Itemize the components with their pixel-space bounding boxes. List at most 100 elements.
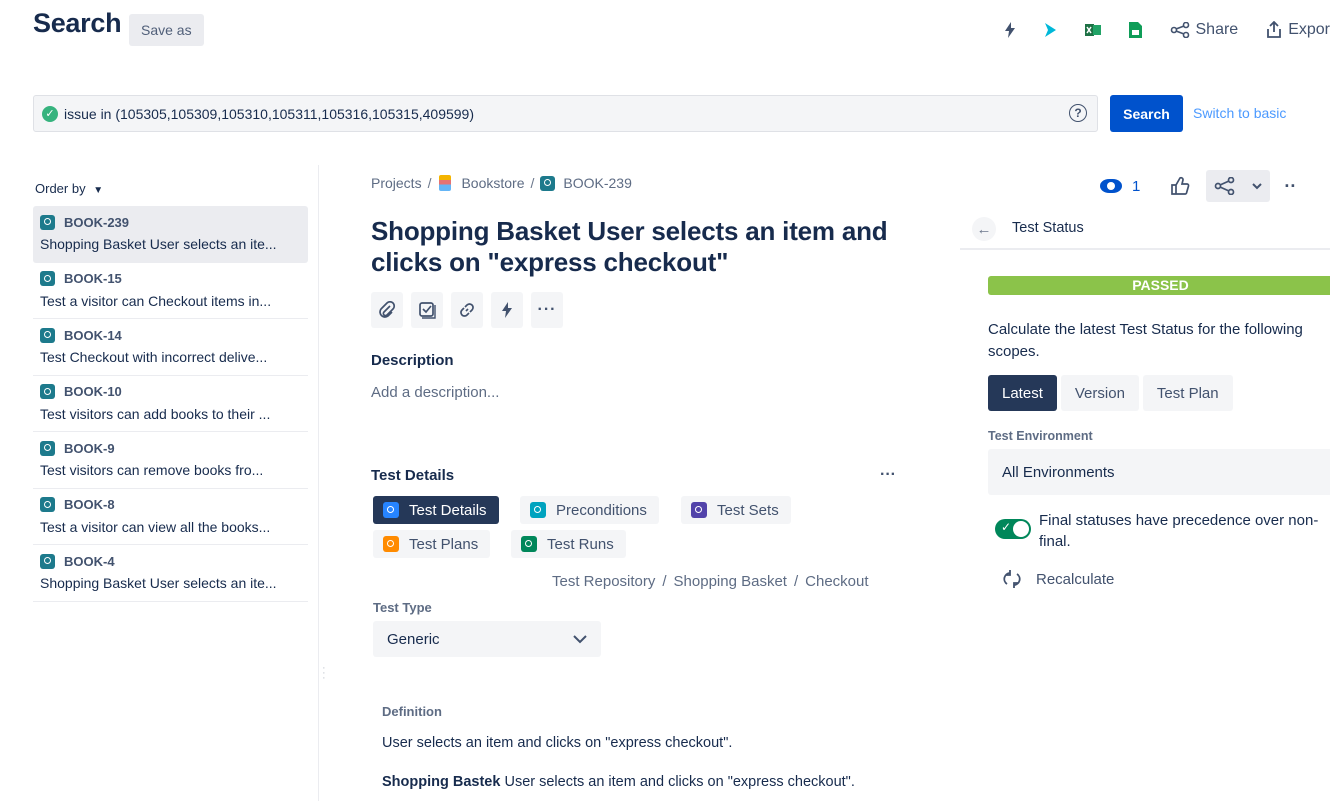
- description-field[interactable]: Add a description...: [371, 384, 499, 401]
- search-button[interactable]: Search: [1110, 95, 1183, 132]
- eye-icon: [1100, 179, 1122, 193]
- panel-divider: [318, 165, 319, 801]
- order-by-button[interactable]: Order by ▼: [35, 181, 103, 196]
- scope-test-plan[interactable]: Test Plan: [1142, 375, 1233, 411]
- share-button[interactable]: Share: [1156, 12, 1253, 48]
- breadcrumb-separator: /: [427, 175, 432, 191]
- switch-to-basic-link[interactable]: Switch to basic: [1193, 105, 1286, 121]
- repo-path-item[interactable]: Shopping Basket: [674, 573, 787, 590]
- status-badge: PASSED: [988, 276, 1330, 295]
- excel-icon: [1084, 24, 1101, 36]
- issue-summary: Test a visitor can view all the books...: [40, 518, 271, 535]
- tab-test-plans[interactable]: Test Plans: [373, 530, 491, 558]
- bookstore-project-icon: [439, 175, 452, 191]
- issue-key: BOOK-10: [64, 384, 122, 399]
- lightning-icon: [502, 302, 512, 318]
- refresh-icon: [1003, 570, 1021, 588]
- jql-search-input[interactable]: ✓ issue in (105305,105309,105310,105311,…: [33, 95, 1098, 132]
- calc-line-2: scopes.: [988, 343, 1040, 360]
- excel-export-button[interactable]: [1071, 12, 1115, 48]
- chevron-down-icon: [1252, 182, 1263, 189]
- more-actions-button[interactable]: ···: [531, 292, 563, 328]
- issue-key: BOOK-14: [64, 327, 122, 343]
- share-issue-button[interactable]: [1206, 170, 1244, 202]
- tab-test-sets[interactable]: Test Sets: [681, 496, 791, 524]
- share-icon: [1170, 22, 1189, 38]
- share-icon: [1214, 177, 1235, 195]
- calc-line-1: Calculate the latest Test Status for the…: [988, 321, 1303, 338]
- issue-list-item[interactable]: BOOK-8 Test a visitor can view all the b…: [33, 489, 308, 545]
- issue-list-item[interactable]: BOOK-4 Shopping Basket User selects an i…: [33, 545, 308, 602]
- issue-list-item[interactable]: BOOK-14 Test Checkout with incorrect del…: [33, 319, 308, 376]
- checklist-icon: [419, 302, 436, 319]
- automation-action-button[interactable]: [491, 292, 523, 328]
- definition-text[interactable]: User selects an item and clicks on "expr…: [382, 735, 732, 751]
- scope-latest[interactable]: Latest: [988, 375, 1057, 411]
- repo-path-separator: /: [662, 573, 667, 590]
- breadcrumb-separator: /: [530, 175, 535, 191]
- issue-top-actions: 1 ··: [1100, 170, 1304, 202]
- toggle-line-1: Final statuses have precedence over non-: [1039, 512, 1319, 529]
- back-arrow-icon[interactable]: ←: [972, 217, 996, 241]
- issue-key: BOOK-239: [64, 214, 130, 230]
- tab-test-details[interactable]: Test Details: [373, 496, 499, 524]
- issue-key: BOOK-15: [64, 271, 122, 286]
- tab-test-runs[interactable]: Test Runs: [511, 530, 626, 558]
- share-group: [1206, 170, 1271, 202]
- page-title: Search: [33, 8, 122, 38]
- breadcrumb-issue-key[interactable]: BOOK-239: [563, 175, 631, 191]
- order-by-label: Order by: [35, 181, 86, 196]
- scope-tabs: Latest Version Test Plan: [988, 375, 1233, 411]
- issue-list-item[interactable]: BOOK-9 Test visitors can remove books fr…: [33, 432, 308, 489]
- share-dropdown-button[interactable]: [1244, 170, 1270, 202]
- test-details-icon: [383, 502, 399, 518]
- resize-handle[interactable]: · · ·: [322, 663, 326, 684]
- definition-text-2[interactable]: Shopping Bastek User selects an item and…: [382, 774, 855, 790]
- breadcrumb-project[interactable]: Bookstore: [461, 175, 524, 191]
- help-icon[interactable]: ?: [1069, 104, 1087, 122]
- breadcrumb-projects[interactable]: Projects: [371, 175, 422, 191]
- test-issue-icon: [40, 327, 55, 343]
- issue-key: BOOK-9: [64, 440, 115, 456]
- sheets-icon: [1128, 22, 1142, 38]
- sheets-export-button[interactable]: [1115, 12, 1156, 48]
- issue-more-button[interactable]: ··: [1276, 170, 1304, 202]
- save-as-button[interactable]: Save as: [129, 14, 204, 46]
- lightning-icon: [1004, 22, 1015, 38]
- issue-summary: Test a visitor can Checkout items in...: [40, 292, 272, 309]
- final-precedence-label: Final statuses have precedence over non-…: [1039, 510, 1330, 552]
- issue-list-item[interactable]: BOOK-239 Shopping Basket User selects an…: [33, 206, 308, 263]
- scope-version[interactable]: Version: [1060, 375, 1139, 411]
- issue-list-item[interactable]: BOOK-15 Test a visitor can Checkout item…: [33, 263, 308, 319]
- tab-preconditions[interactable]: Preconditions: [520, 496, 659, 524]
- issue-key: BOOK-8: [64, 497, 115, 512]
- tab-label: Test Details: [409, 501, 487, 519]
- xray-button[interactable]: [1029, 12, 1071, 48]
- description-label: Description: [371, 352, 454, 369]
- link-issue-button[interactable]: [451, 292, 483, 328]
- issue-title[interactable]: Shopping Basket User selects an item and…: [371, 216, 911, 278]
- test-type-select[interactable]: Generic: [373, 621, 601, 657]
- repo-path-item[interactable]: Test Repository: [552, 573, 655, 590]
- paperclip-icon: [379, 301, 396, 318]
- test-environment-select[interactable]: All Environments: [988, 449, 1330, 495]
- repo-path-item[interactable]: Checkout: [805, 573, 868, 590]
- recalculate-button[interactable]: Recalculate: [1002, 570, 1114, 588]
- thumbs-up-icon: [1171, 176, 1190, 195]
- attach-button[interactable]: [371, 292, 403, 328]
- test-details-label: Test Details: [371, 467, 455, 484]
- test-runs-icon: [521, 536, 537, 552]
- final-precedence-toggle[interactable]: ✓: [995, 519, 1031, 539]
- preconditions-icon: [530, 502, 546, 518]
- tab-label: Test Runs: [547, 535, 614, 553]
- test-details-more-button[interactable]: ···: [880, 466, 896, 484]
- issue-summary: Test Checkout with incorrect delive...: [40, 349, 268, 365]
- automation-button[interactable]: [991, 12, 1029, 48]
- export-button[interactable]: Expor: [1252, 12, 1330, 48]
- watch-button[interactable]: 1: [1100, 178, 1140, 195]
- issue-list: BOOK-239 Shopping Basket User selects an…: [33, 206, 308, 602]
- add-checklist-button[interactable]: [411, 292, 443, 328]
- issue-list-item[interactable]: BOOK-10 Test visitors can add books to t…: [33, 376, 308, 432]
- like-button[interactable]: [1162, 170, 1198, 202]
- definition-rest: User selects an item and clicks on "expr…: [500, 774, 855, 790]
